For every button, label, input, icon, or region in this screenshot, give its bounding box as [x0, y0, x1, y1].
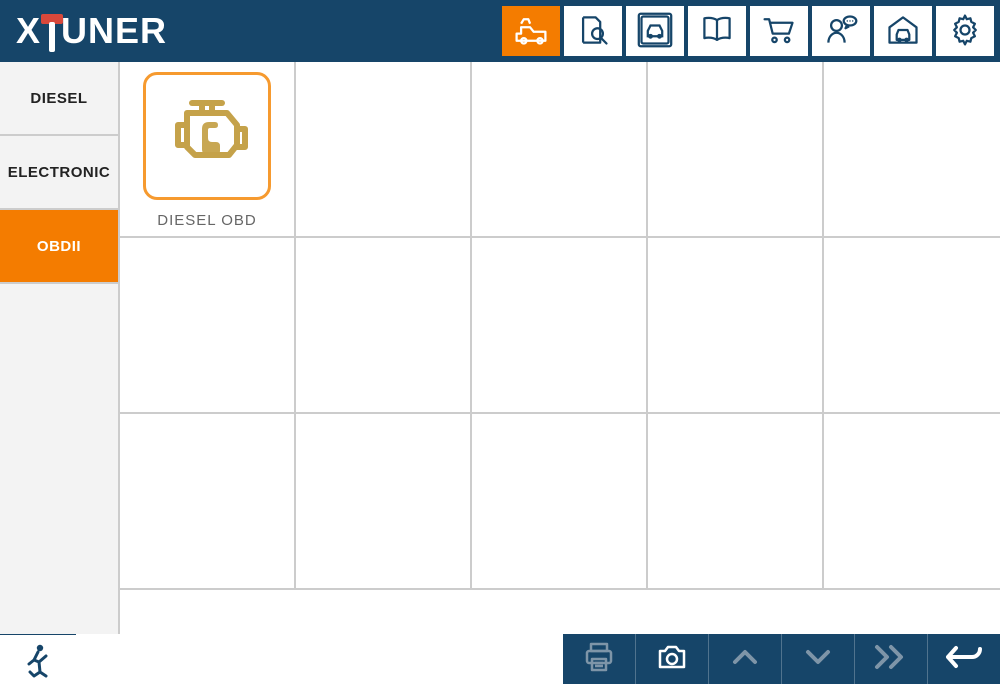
hammer-icon: [41, 12, 63, 50]
grid-cell: [120, 238, 296, 414]
app-grid: DIESEL OBD: [120, 62, 1000, 590]
grid-cell: [472, 414, 648, 590]
sidebar-item-obdii[interactable]: OBDII: [0, 210, 118, 284]
search-icon: [575, 12, 611, 51]
bottom-up-button: [709, 634, 781, 684]
truck-icon: [513, 12, 549, 51]
grid-cell: [648, 238, 824, 414]
toolbar-support-button[interactable]: [812, 6, 870, 56]
toolbar-manual-button[interactable]: [688, 6, 746, 56]
bottom-camera-button[interactable]: [636, 634, 708, 684]
bottom-back-button[interactable]: [928, 634, 1000, 684]
forward-icon: [871, 640, 911, 679]
sidebar-item-label: OBDII: [37, 238, 81, 255]
toolbar-search-button[interactable]: [564, 6, 622, 56]
grid-cell: [824, 238, 1000, 414]
print-icon: [582, 640, 616, 679]
down-icon: [801, 640, 835, 679]
manual-icon: [699, 12, 735, 51]
toolbar-cart-button[interactable]: [750, 6, 808, 56]
app-tile-diesel-engine[interactable]: DIESEL OBD: [120, 62, 294, 229]
bottom-down-button: [782, 634, 854, 684]
running-man-icon: [20, 642, 56, 678]
content-area: DIESEL OBD: [120, 62, 1000, 634]
exit-button[interactable]: [0, 634, 76, 684]
brand-logo: X UNER: [16, 10, 167, 52]
car-frame-icon: [637, 12, 673, 51]
toolbar-truck-button[interactable]: [502, 6, 560, 56]
grid-cell: [296, 238, 472, 414]
sidebar-item-label: DIESEL: [30, 90, 87, 107]
header-bar: X UNER: [0, 0, 1000, 62]
bottom-spacer: [76, 634, 563, 684]
sidebar: DIESEL ELECTRONIC OBDII: [0, 62, 120, 634]
grid-cell: [472, 238, 648, 414]
settings-icon: [947, 12, 983, 51]
bottom-print-button: [563, 634, 635, 684]
grid-cell: [824, 414, 1000, 590]
grid-cell: [296, 62, 472, 238]
up-icon: [728, 640, 762, 679]
main-area: DIESEL ELECTRONIC OBDII DIESEL OBD: [0, 62, 1000, 634]
grid-cell: [120, 414, 296, 590]
sidebar-item-label: ELECTRONIC: [8, 164, 111, 181]
grid-cell: [648, 414, 824, 590]
top-toolbar: [502, 6, 994, 56]
camera-icon: [655, 640, 689, 679]
bottom-bar: [0, 634, 1000, 684]
toolbar-settings-button[interactable]: [936, 6, 994, 56]
back-icon: [942, 640, 986, 679]
grid-cell: DIESEL OBD: [120, 62, 296, 238]
garage-icon: [885, 12, 921, 51]
bottom-forward-button: [855, 634, 927, 684]
bottom-nav: [563, 634, 1000, 684]
grid-cell: [472, 62, 648, 238]
brand-text: X UNER: [16, 10, 167, 52]
cart-icon: [761, 12, 797, 51]
sidebar-item-diesel[interactable]: DIESEL: [0, 62, 118, 136]
toolbar-car-frame-button[interactable]: [626, 6, 684, 56]
grid-cell: [824, 62, 1000, 238]
sidebar-item-electronic[interactable]: ELECTRONIC: [0, 136, 118, 210]
app-label: DIESEL OBD: [157, 212, 256, 229]
support-icon: [823, 12, 859, 51]
grid-cell: [296, 414, 472, 590]
diesel-engine-icon: [143, 72, 271, 200]
toolbar-garage-button[interactable]: [874, 6, 932, 56]
grid-cell: [648, 62, 824, 238]
